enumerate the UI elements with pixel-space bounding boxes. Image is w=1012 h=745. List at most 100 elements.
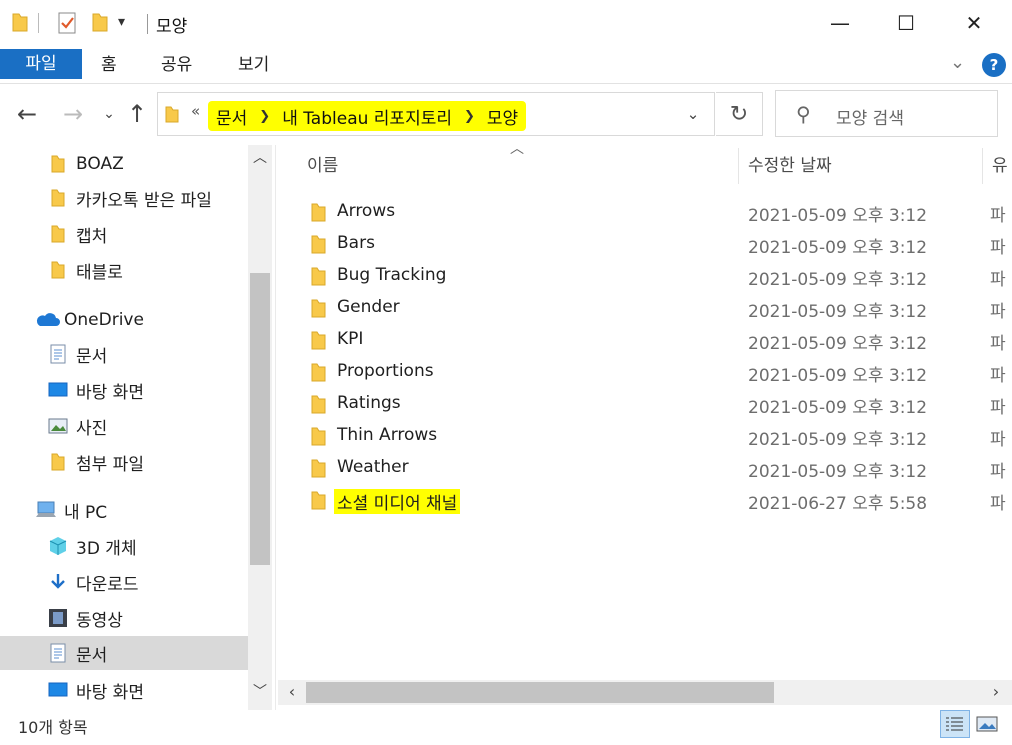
folder-icon xyxy=(310,329,328,355)
folder-icon xyxy=(48,260,68,280)
table-row[interactable]: Thin Arrows 2021-05-09 오후 3:12 파 xyxy=(300,420,1012,452)
document-icon xyxy=(48,344,68,364)
new-folder-icon[interactable] xyxy=(90,11,110,35)
help-icon[interactable]: ? xyxy=(982,53,1006,77)
address-overflow[interactable]: « xyxy=(191,102,200,120)
up-button[interactable]: ↑ xyxy=(122,98,152,130)
scrollbar-thumb[interactable] xyxy=(306,682,774,703)
nav-item-onedrive-desktop[interactable]: 바탕 화면 xyxy=(0,373,248,407)
column-header-name[interactable]: 이름 xyxy=(307,148,338,184)
nav-item-boaz[interactable]: BOAZ xyxy=(0,147,248,181)
nav-item-attachments[interactable]: 첨부 파일 xyxy=(0,445,248,479)
breadcrumb-tableau-repository[interactable]: 내 Tableau 리포지토리 xyxy=(282,104,452,129)
large-icons-view-icon[interactable] xyxy=(972,710,1002,738)
tab-share[interactable]: 공유 xyxy=(161,48,192,82)
details-view-icon[interactable] xyxy=(940,710,970,738)
table-row[interactable]: KPI 2021-05-09 오후 3:12 파 xyxy=(300,324,1012,356)
table-row[interactable]: Gender 2021-05-09 오후 3:12 파 xyxy=(300,292,1012,324)
file-type: 파 xyxy=(990,270,1006,290)
file-name: Ratings xyxy=(337,393,401,413)
nav-item-videos[interactable]: 동영상 xyxy=(0,601,248,635)
refresh-icon[interactable]: ↻ xyxy=(716,92,763,136)
file-name: Arrows xyxy=(337,201,396,221)
recent-locations-chevron-icon[interactable]: ⌄ xyxy=(94,98,124,130)
sort-ascending-icon: ︿ xyxy=(510,141,524,157)
column-divider[interactable] xyxy=(738,148,739,184)
address-dropdown-icon[interactable]: ⌄ xyxy=(680,100,706,128)
breadcrumb-shapes[interactable]: 모양 xyxy=(487,104,518,129)
nav-item-label: 바탕 화면 xyxy=(76,382,144,403)
expand-ribbon-icon[interactable]: ⌄ xyxy=(950,52,965,73)
file-modified-date: 2021-05-09 오후 3:12 xyxy=(748,462,928,482)
file-modified-date: 2021-05-09 오후 3:12 xyxy=(748,334,928,354)
quick-access-dropdown-icon[interactable]: ▾ xyxy=(118,14,125,38)
folder-icon xyxy=(310,489,328,515)
nav-item-label: 문서 xyxy=(76,346,108,367)
breadcrumb: 문서 ❯ 내 Tableau 리포지토리 ❯ 모양 xyxy=(208,101,527,131)
nav-item-label: 카카오톡 받은 파일 xyxy=(76,190,212,211)
scroll-right-icon[interactable]: › xyxy=(984,682,1008,701)
minimize-button[interactable]: — xyxy=(806,0,874,46)
nav-item-label: 다운로드 xyxy=(76,574,139,595)
chevron-right-icon[interactable]: ❯ xyxy=(464,109,475,124)
nav-item-kakaotalk[interactable]: 카카오톡 받은 파일 xyxy=(0,181,248,215)
table-row[interactable]: 소셜 미디어 채널 2021-06-27 오후 5:58 파 xyxy=(300,484,1012,516)
table-row[interactable]: Bars 2021-05-09 오후 3:12 파 xyxy=(300,228,1012,260)
column-header-modified[interactable]: 수정한 날짜 xyxy=(748,148,832,184)
table-row[interactable]: Bug Tracking 2021-05-09 오후 3:12 파 xyxy=(300,260,1012,292)
scroll-up-icon[interactable]: ︿ xyxy=(248,147,272,171)
properties-checklist-icon[interactable] xyxy=(56,11,78,35)
nav-item-onedrive[interactable]: OneDrive xyxy=(0,303,248,337)
folder-icon xyxy=(310,233,328,259)
table-row[interactable]: Ratings 2021-05-09 오후 3:12 파 xyxy=(300,388,1012,420)
nav-scrollbar[interactable]: ︿ ﹀ xyxy=(248,145,272,710)
nav-item-onedrive-pictures[interactable]: 사진 xyxy=(0,409,248,443)
file-name: KPI xyxy=(337,329,364,349)
scroll-left-icon[interactable]: ‹ xyxy=(280,682,304,701)
nav-item-documents[interactable]: 문서 xyxy=(0,636,248,670)
search-icon: ⚲ xyxy=(796,102,811,126)
nav-item-desktop[interactable]: 바탕 화면 xyxy=(0,673,248,707)
table-row[interactable]: Weather 2021-05-09 오후 3:12 파 xyxy=(300,452,1012,484)
file-name: Proportions xyxy=(337,361,434,381)
desktop-icon xyxy=(48,680,68,700)
document-icon xyxy=(48,643,68,663)
nav-item-this-pc[interactable]: 내 PC xyxy=(0,493,248,527)
table-row[interactable]: Arrows 2021-05-09 오후 3:12 파 xyxy=(300,196,1012,228)
scrollbar-thumb[interactable] xyxy=(250,273,270,565)
nav-item-3d-objects[interactable]: 3D 개체 xyxy=(0,529,248,563)
file-type: 파 xyxy=(990,494,1006,514)
file-name: 소셜 미디어 채널 xyxy=(334,489,461,514)
column-divider[interactable] xyxy=(982,148,983,184)
back-button[interactable]: ← xyxy=(12,98,42,130)
maximize-button[interactable]: ☐ xyxy=(872,0,940,46)
nav-item-label: 문서 xyxy=(76,645,108,666)
search-placeholder: 모양 검색 xyxy=(836,109,904,129)
file-name: Thin Arrows xyxy=(337,425,438,445)
file-name: Bug Tracking xyxy=(337,265,447,285)
tab-view[interactable]: 보기 xyxy=(238,48,269,82)
nav-item-capture[interactable]: 캡처 xyxy=(0,217,248,251)
nav-item-label: 태블로 xyxy=(76,262,123,283)
nav-item-tableau[interactable]: 태블로 xyxy=(0,253,248,287)
nav-item-onedrive-documents[interactable]: 문서 xyxy=(0,337,248,371)
scroll-down-icon[interactable]: ﹀ xyxy=(248,681,272,705)
breadcrumb-documents[interactable]: 문서 xyxy=(216,104,247,129)
folder-icon xyxy=(310,457,328,483)
chevron-right-icon[interactable]: ❯ xyxy=(259,109,270,124)
column-header-type[interactable]: 유 xyxy=(992,148,1008,184)
tab-home[interactable]: 홈 xyxy=(101,48,117,82)
search-box[interactable]: ⚲ 모양 검색 xyxy=(775,90,998,137)
file-modified-date: 2021-05-09 오후 3:12 xyxy=(748,430,928,450)
file-modified-date: 2021-05-09 오후 3:12 xyxy=(748,270,928,290)
file-type: 파 xyxy=(990,366,1006,386)
file-modified-date: 2021-05-09 오후 3:12 xyxy=(748,398,928,418)
tab-file[interactable]: 파일 xyxy=(0,49,82,79)
nav-item-label: OneDrive xyxy=(64,310,144,330)
table-row[interactable]: Proportions 2021-05-09 오후 3:12 파 xyxy=(300,356,1012,388)
forward-button[interactable]: → xyxy=(58,98,88,130)
folder-icon xyxy=(164,104,180,128)
close-button[interactable]: ✕ xyxy=(940,0,1008,46)
nav-item-downloads[interactable]: 다운로드 xyxy=(0,565,248,599)
horizontal-scrollbar[interactable]: ‹ › xyxy=(278,680,1012,705)
